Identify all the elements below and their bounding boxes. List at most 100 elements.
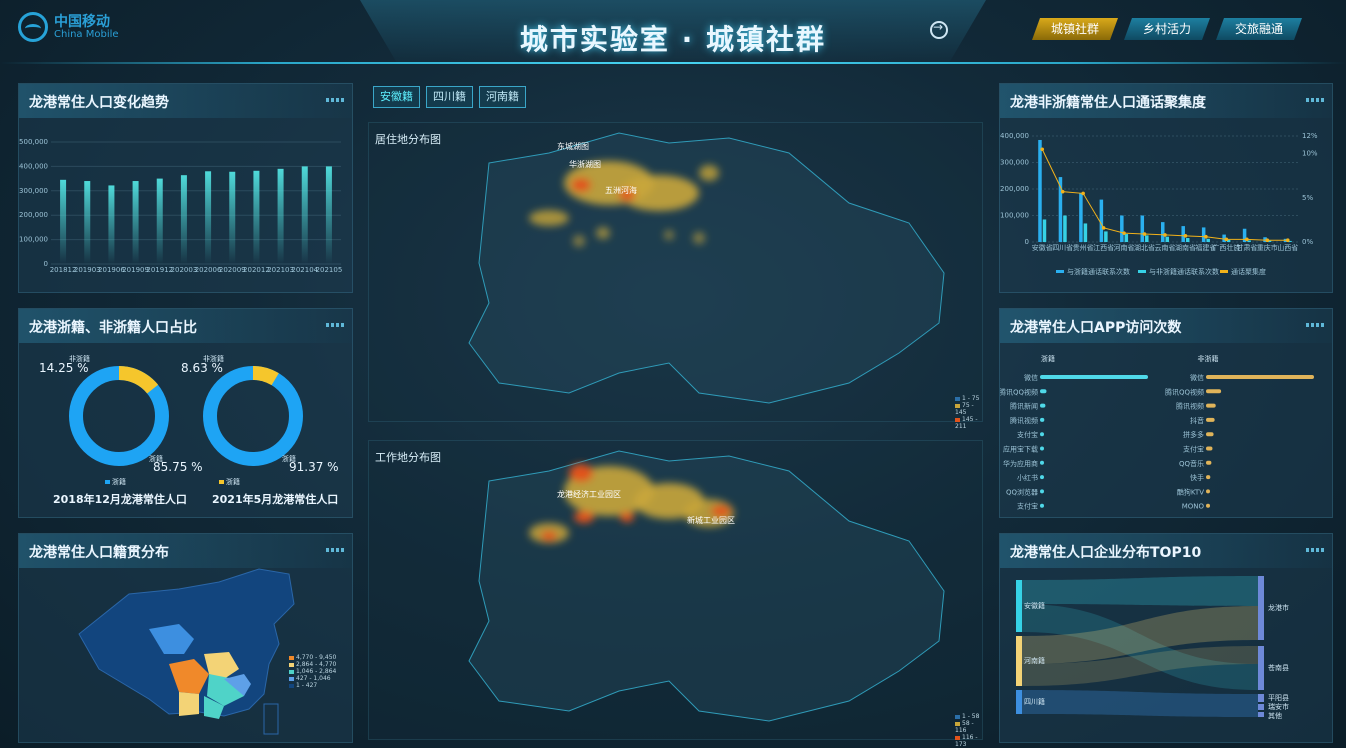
y-tick-label: 200,000 bbox=[1000, 185, 1029, 193]
y-tick-label: 400,000 bbox=[1000, 132, 1029, 140]
app-left-label: 支付宝 bbox=[1017, 502, 1038, 511]
x-tick-label: 202103 bbox=[267, 266, 294, 274]
tab-town-community[interactable]: 城镇社群 bbox=[1032, 18, 1118, 40]
tab-henan[interactable]: 河南籍 bbox=[479, 86, 526, 108]
legend-label: 427 - 1,046 bbox=[296, 675, 331, 682]
legend-swatch bbox=[289, 669, 294, 674]
y-right-tick-label: 5% bbox=[1302, 194, 1313, 202]
call-aggregation-point bbox=[1040, 147, 1045, 152]
y-right-tick-label: 10% bbox=[1302, 150, 1318, 158]
x-tick-label: 202009 bbox=[219, 266, 246, 274]
app-right-label: QQ音乐 bbox=[1179, 459, 1204, 468]
app-left-label: 应用宝下载 bbox=[1003, 445, 1038, 454]
legend-swatch bbox=[1056, 270, 1064, 273]
legend-item: 427 - 1,046 bbox=[289, 675, 336, 682]
call-bar-nonzj bbox=[1185, 238, 1190, 242]
residence-map-label: 华浙湖图 bbox=[569, 159, 601, 169]
donut-2021-zj-arc bbox=[203, 366, 303, 466]
call-aggregation-point bbox=[1285, 238, 1290, 243]
app-right-bar bbox=[1206, 375, 1314, 379]
region-guizhou bbox=[179, 692, 199, 716]
app-left-label: 支付宝 bbox=[1017, 430, 1038, 439]
work-map-label: 新城工业园区 bbox=[687, 515, 735, 525]
heat-core bbox=[620, 512, 634, 522]
exit-icon[interactable] bbox=[930, 20, 948, 39]
donut-2018-caption: 2018年12月龙港常住人口 bbox=[53, 493, 187, 506]
call-bar-zj bbox=[1181, 226, 1185, 242]
legend-swatch bbox=[955, 714, 960, 719]
app-left-label: QQ浏览器 bbox=[1006, 487, 1038, 496]
x-tick-label: 湖北省 bbox=[1134, 243, 1155, 252]
app-right-label: 酷狗KTV bbox=[1177, 487, 1204, 496]
y-right-tick-label: 0% bbox=[1302, 238, 1313, 246]
call-bar-nonzj bbox=[1104, 231, 1108, 242]
ratio-panel: 龙港浙籍、非浙籍人口占比 非浙籍 14.25 % 浙籍 85.75 % 非浙籍 … bbox=[18, 308, 353, 518]
app-right-bar bbox=[1206, 489, 1210, 494]
call-aggregation-point bbox=[1265, 238, 1270, 243]
app-left-bar bbox=[1040, 460, 1044, 465]
tab-sichuan[interactable]: 四川籍 bbox=[426, 86, 473, 108]
call-bar-nonzj bbox=[1165, 236, 1169, 242]
call-bar-nonzj bbox=[1124, 234, 1129, 242]
app-panel: 龙港常住人口APP访问次数 浙籍 非浙籍 微信 腾讯QQ视频 腾讯新闻 腾讯视频 支付宝 应用… bbox=[999, 308, 1333, 518]
x-tick-label: 201903 bbox=[74, 266, 101, 274]
tab-anhui[interactable]: 安徽籍 bbox=[373, 86, 420, 108]
app-right-label: 快手 bbox=[1190, 473, 1204, 482]
heat-blob bbox=[529, 210, 569, 226]
sankey-right-label: 平阳县 bbox=[1268, 693, 1289, 702]
sankey-left-label: 四川籍 bbox=[1024, 697, 1045, 706]
donut-2021-zj-pct: 91.37 % bbox=[289, 460, 339, 474]
sankey-right-label: 瑞安市 bbox=[1268, 702, 1289, 711]
sankey-node-left bbox=[1016, 690, 1022, 714]
sankey-right-label: 龙港市 bbox=[1268, 603, 1289, 612]
app-right-bar bbox=[1206, 417, 1215, 422]
trend-bar bbox=[156, 178, 163, 264]
app-right-header: 非浙籍 bbox=[1198, 354, 1219, 363]
x-tick-label: 201909 bbox=[122, 266, 149, 274]
trend-bar bbox=[108, 185, 115, 264]
residence-map-label: 东城湖图 bbox=[557, 141, 589, 151]
legend-label: 通话聚集度 bbox=[1231, 267, 1266, 276]
y-tick-label: 400,000 bbox=[19, 162, 48, 170]
legend-swatch bbox=[1138, 270, 1146, 273]
app-left-label: 腾讯新闻 bbox=[1010, 402, 1038, 411]
legend-item: 75 - 145 bbox=[955, 402, 982, 416]
x-tick-label: 甘肃省 bbox=[1236, 243, 1257, 252]
header: 中国移动 China Mobile 城市实验室 · 城镇社群 城镇社群 乡村活力… bbox=[0, 0, 1346, 78]
call-bar-zj bbox=[1140, 215, 1145, 242]
x-tick-label: 202003 bbox=[171, 266, 198, 274]
donut-2018-nonzj-pct: 14.25 % bbox=[39, 361, 89, 375]
legend-swatch bbox=[105, 480, 110, 484]
trend-bar bbox=[277, 168, 284, 264]
tab-travel[interactable]: 交旅融通 bbox=[1216, 18, 1302, 40]
residence-legend: 1 - 75 75 - 145 145 - 211 bbox=[955, 395, 982, 430]
heat-blob bbox=[664, 230, 674, 240]
legend-label: 4,770 - 9,450 bbox=[296, 654, 337, 661]
y-tick-label: 0 bbox=[44, 260, 48, 268]
legend-item: 116 - 173 bbox=[955, 734, 982, 748]
app-left-bar bbox=[1040, 417, 1045, 422]
legend-label: 浙籍 bbox=[226, 478, 240, 486]
y-tick-label: 500,000 bbox=[19, 138, 48, 146]
sankey-link bbox=[1022, 576, 1258, 606]
sankey-node-right bbox=[1258, 712, 1264, 717]
heat-core bbox=[569, 464, 593, 482]
y-right-tick-label: 12% bbox=[1302, 132, 1318, 140]
donut-2021-nonzj-pct: 8.63 % bbox=[181, 361, 223, 375]
app-bar-chart: 浙籍 非浙籍微信腾讯QQ视频腾讯新闻腾讯视频支付宝应用宝下载华为应用商小红书QQ浏… bbox=[1000, 354, 1314, 511]
app-right-label: 支付宝 bbox=[1183, 445, 1204, 454]
legend-swatch bbox=[955, 396, 960, 401]
tab-rural-vitality[interactable]: 乡村活力 bbox=[1124, 18, 1210, 40]
call-bar-nonzj bbox=[1063, 215, 1067, 242]
legend-swatch bbox=[955, 403, 960, 408]
donut-2021-legend: 浙籍 bbox=[219, 477, 240, 487]
trend-bar bbox=[301, 166, 308, 264]
app-left-bar bbox=[1040, 389, 1047, 394]
sankey-node-left bbox=[1016, 580, 1022, 632]
app-left-bar bbox=[1040, 432, 1044, 437]
app-left-bar bbox=[1040, 489, 1044, 494]
donut-2018 bbox=[69, 366, 169, 466]
call-bar-zj bbox=[1161, 222, 1165, 242]
ratio-donut-charts bbox=[69, 366, 303, 466]
sankey-node-left bbox=[1016, 636, 1022, 686]
